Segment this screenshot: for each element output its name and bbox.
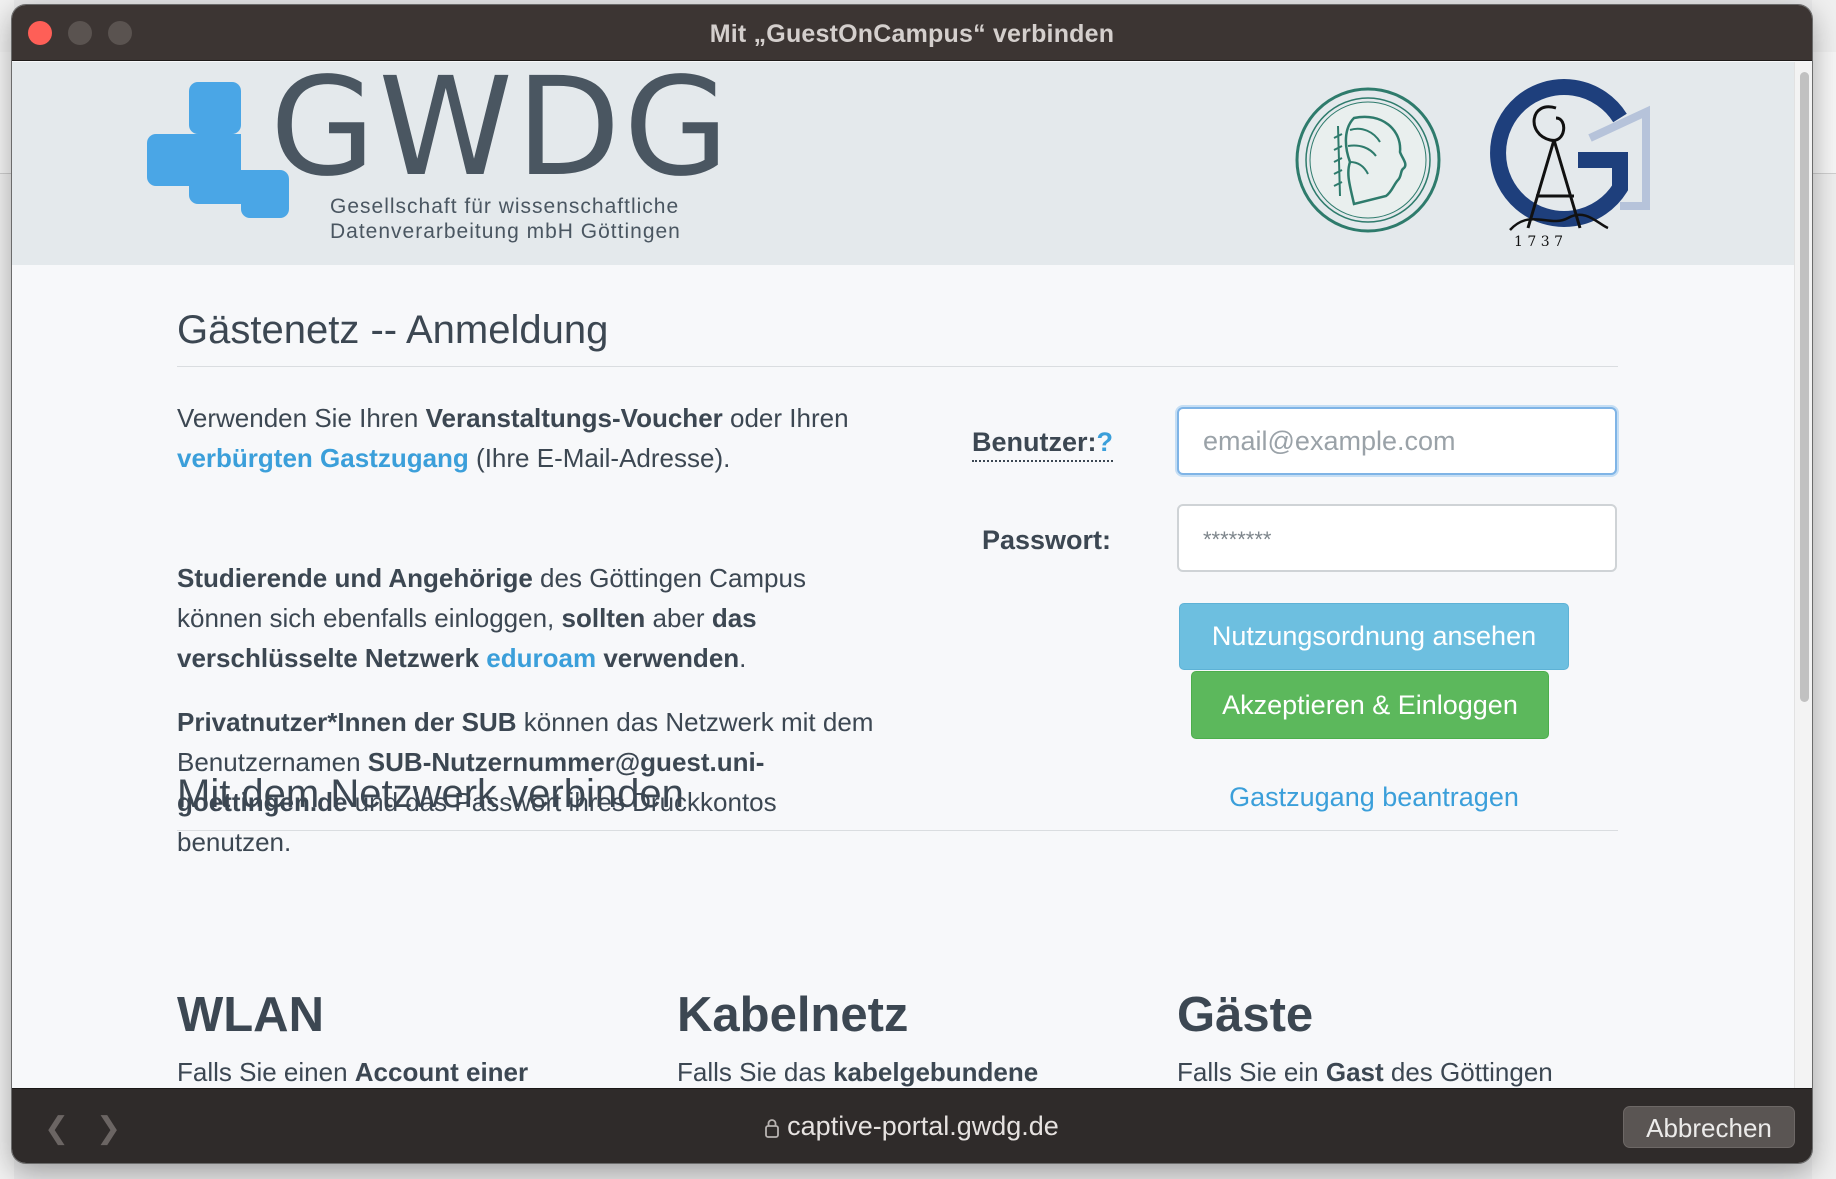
intro-should-bold: sollten (561, 603, 646, 633)
seal-year-text: 1 7 3 7 (1514, 234, 1563, 248)
wlan-column-title: WLAN (177, 988, 324, 1042)
scrollbar-thumb[interactable] (1800, 72, 1809, 702)
gwdg-logo-text: GWDG (270, 62, 732, 207)
cable-column-text: Falls Sie das kabelgebundene (677, 1057, 1038, 1088)
cable-text: Falls Sie das (677, 1057, 834, 1087)
cancel-button[interactable]: Abbrechen (1623, 1106, 1795, 1148)
intro-text: oder Ihren (722, 403, 849, 433)
eduroam-link[interactable]: eduroam (486, 643, 596, 673)
background-window-right-band (1812, 52, 1836, 174)
intro-students-bold: Studierende und Angehörige (177, 563, 533, 593)
max-planck-seal-icon (1295, 87, 1441, 233)
username-help-link[interactable]: ? (1097, 427, 1114, 457)
password-input[interactable] (1177, 504, 1617, 572)
username-input[interactable] (1177, 407, 1617, 475)
georg-august-university-seal-icon: 1 7 3 7 (1490, 79, 1650, 248)
guests-column-text: Falls Sie ein Gast des Göttingen (1177, 1057, 1553, 1088)
page-content: GWDG Gesellschaft für wissenschaftliche … (12, 62, 1794, 1088)
password-label: Passwort: (982, 525, 1112, 555)
intro-text: (Ihre E-Mail-Adresse). (468, 443, 731, 473)
window-title: Mit „GuestOnCampus“ verbinden (709, 20, 1115, 48)
intro-use-bold: verwenden (603, 643, 740, 673)
background-window-right (1812, 0, 1836, 1179)
wlan-text: Falls Sie einen (177, 1057, 355, 1087)
guests-text: Falls Sie ein (1177, 1057, 1326, 1087)
intro-text: aber (645, 603, 712, 633)
intro-voucher-bold: Veranstaltungs-Voucher (425, 403, 723, 433)
vertical-scrollbar[interactable] (1794, 62, 1812, 1088)
gwdg-subtitle-line-2: Datenverarbeitung mbH Göttingen (330, 220, 681, 243)
guests-text: des Göttingen (1383, 1057, 1553, 1087)
guests-column-title: Gäste (1177, 988, 1314, 1042)
cable-column-title: Kabelnetz (677, 988, 909, 1042)
url-text: captive-portal.gwdg.de (787, 1111, 1059, 1141)
username-label: Benutzer:? (972, 427, 1114, 462)
bottom-toolbar: ❮ ❯ captive-portal.gwdg.de Abbrechen (12, 1088, 1812, 1163)
page-header: GWDG Gesellschaft für wissenschaftliche … (12, 62, 1794, 265)
lock-icon (765, 1118, 780, 1138)
view-terms-button[interactable]: Nutzungsordnung ansehen (1179, 603, 1569, 670)
intro-voucher-paragraph: Verwenden Sie Ihren Veranstaltungs-Vouch… (177, 398, 877, 478)
intro-sub-bold: Privatnutzer*Innen der SUB (177, 707, 517, 737)
guests-text-bold: Gast (1325, 1057, 1384, 1087)
accept-and-login-button[interactable]: Akzeptieren & Einloggen (1191, 671, 1549, 739)
connect-heading: Mit dem Netzwerk verbinden (177, 772, 684, 816)
wlan-column-text: Falls Sie einen Account einer (177, 1057, 528, 1088)
login-heading-divider (177, 366, 1618, 367)
title-bar[interactable]: Mit „GuestOnCampus“ verbinden (12, 5, 1812, 61)
captive-portal-window: Mit „GuestOnCampus“ verbinden GWDG Gesel… (12, 5, 1812, 1163)
cable-text-bold: kabelgebundene (833, 1057, 1039, 1087)
intro-text: . (739, 643, 747, 673)
gwdg-logo-subtitle: Gesellschaft für wissenschaftliche Daten… (330, 194, 681, 244)
login-heading: Gästenetz -- Anmeldung (177, 308, 609, 352)
connect-heading-divider (177, 830, 1618, 831)
guest-access-link[interactable]: verbürgten Gastzugang (177, 443, 469, 473)
intro-text: Verwenden Sie Ihren (177, 403, 426, 433)
wlan-text-bold: Account einer (354, 1057, 529, 1087)
request-guest-access-link[interactable]: Gastzugang beantragen (1179, 782, 1569, 813)
username-label-text: Benutzer: (972, 427, 1097, 457)
gwdg-subtitle-line-1: Gesellschaft für wissenschaftliche (330, 195, 680, 218)
url-display: captive-portal.gwdg.de (12, 1111, 1812, 1142)
intro-students-paragraph: Studierende und Angehörige des Göttingen… (177, 558, 877, 678)
